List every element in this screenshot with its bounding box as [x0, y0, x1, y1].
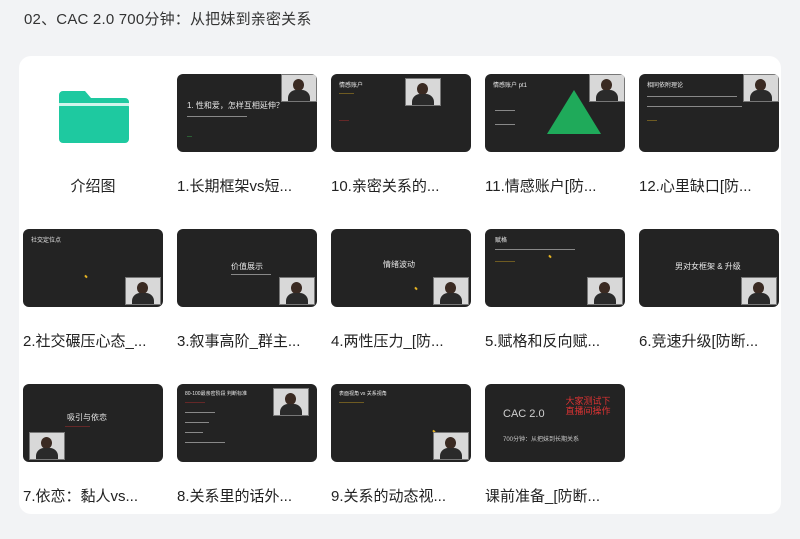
slide-title: 赋格 — [495, 238, 508, 244]
slide-line — [187, 116, 247, 117]
grid-item-label: 1.长期框架vs短... — [177, 178, 293, 195]
video-thumbnail: 情绪波动 — [331, 229, 471, 307]
slide-green-mark: — — [187, 134, 192, 140]
slide-line — [231, 274, 271, 275]
slide-yellow-text: ————— — [339, 400, 364, 406]
presenter-avatar-icon — [281, 74, 317, 102]
grid-item-video[interactable]: 社交定位点 2.社交碾压心态_... — [23, 229, 163, 384]
slide-title: 情感账户 pt1 — [493, 83, 528, 89]
video-thumbnail: 男对女框架 & 升级 — [639, 229, 779, 307]
video-thumbnail: 表面视角 vs 关系视角 ————— — [331, 384, 471, 462]
slide-title: 情绪波动 — [383, 260, 415, 269]
video-thumbnail: 情感账户 pt1 — [485, 74, 625, 152]
grid-item-label: 5.赋格和反向赋... — [485, 333, 601, 350]
slide-line — [185, 412, 215, 413]
slide-title: 价值展示 — [231, 262, 263, 271]
slide-red-text: ———— — [185, 400, 205, 406]
slide-red-text: 大家测试下直播间操作 — [565, 396, 611, 416]
grid-item-video[interactable]: 赋格 ———— 5.赋格和反向赋... — [485, 229, 625, 384]
slide-title: 吸引与依恋 — [67, 413, 107, 422]
slide-title: 相同依附理论 — [647, 83, 684, 89]
slide-line — [495, 124, 515, 125]
grid-item-video[interactable]: 情感账户 ——— —— 10.亲密关系的... — [331, 74, 471, 229]
slide-line — [647, 106, 742, 107]
video-grid: 介绍图 1. 性和爱，怎样互相延伸？ — 1.长期框架vs短... 情感账户 —… — [23, 74, 779, 539]
slide-red-text: —— — [339, 118, 349, 124]
slide-yellow-text: ———— — [495, 259, 515, 265]
video-thumbnail: CAC 2.0 大家测试下直播间操作 700分钟：从把妹到长期关系 — [485, 384, 625, 462]
video-thumbnail: 情感账户 ——— —— — [331, 74, 471, 152]
grid-item-label: 8.关系里的话外... — [177, 488, 293, 505]
grid-item-video[interactable]: 表面视角 vs 关系视角 ————— 9.关系的动态视... — [331, 384, 471, 539]
presenter-avatar-icon — [433, 432, 469, 460]
slide-line — [185, 432, 203, 433]
grid-item-video[interactable]: 1. 性和爱，怎样互相延伸？ — 1.长期框架vs短... — [177, 74, 317, 229]
video-thumbnail: 赋格 ———— — [485, 229, 625, 307]
video-thumbnail: 价值展示 — [177, 229, 317, 307]
grid-item-label: 11.情感账户[防... — [485, 178, 597, 195]
grid-item-video[interactable]: 情绪波动 4.两性压力_[防... — [331, 229, 471, 384]
slide-yellow-text: —— — [647, 118, 657, 124]
presenter-avatar-icon — [743, 74, 779, 102]
grid-item-video[interactable]: 相同依附理论 —— 12.心里缺口[防... — [639, 74, 779, 229]
video-thumbnail: 吸引与依恋 ————— — [23, 384, 163, 462]
slide-title: 男对女框架 & 升级 — [675, 262, 741, 271]
video-thumbnail: 社交定位点 — [23, 229, 163, 307]
slide-mark — [414, 286, 418, 291]
grid-item-label: 4.两性压力_[防... — [331, 333, 444, 350]
slide-title: 情感账户 — [339, 83, 364, 89]
video-thumbnail: 1. 性和爱，怎样互相延伸？ — — [177, 74, 317, 152]
slide-title: 80-100最亲密阶段 判断标准 — [185, 391, 247, 397]
video-thumbnail: 相同依附理论 —— — [639, 74, 779, 152]
slide-red-text: ————— — [65, 424, 90, 430]
grid-item-video[interactable]: 价值展示 3.叙事高阶_群主... — [177, 229, 317, 384]
presenter-avatar-icon — [279, 277, 315, 305]
slide-title: 表面视角 vs 关系视角 — [339, 391, 387, 397]
slide-line — [185, 442, 225, 443]
grid-item-video[interactable]: 吸引与依恋 ————— 7.依恋：黏人vs... — [23, 384, 163, 539]
folder-icon — [59, 91, 129, 143]
slide-title: 1. 性和爱，怎样互相延伸？ — [187, 101, 284, 110]
grid-item-label: 介绍图 — [70, 178, 116, 195]
presenter-avatar-icon — [273, 388, 309, 416]
grid-item-label: 12.心里缺口[防... — [639, 178, 752, 195]
grid-item-label: 2.社交碾压心态_... — [23, 333, 147, 350]
slide-title: CAC 2.0 — [503, 408, 545, 420]
grid-item-video[interactable]: 80-100最亲密阶段 判断标准 ———— 8.关系里的话外... — [177, 384, 317, 539]
slide-subtitle: 700分钟：从把妹到长期关系 — [503, 437, 580, 443]
video-thumbnail: 80-100最亲密阶段 判断标准 ———— — [177, 384, 317, 462]
presenter-avatar-icon — [433, 277, 469, 305]
presenter-avatar-icon — [587, 277, 623, 305]
grid-item-label: 6.竞速升级[防断... — [639, 333, 759, 350]
grid-item-label: 7.依恋：黏人vs... — [23, 488, 139, 505]
grid-item-label: 10.亲密关系的... — [331, 178, 440, 195]
slide-line — [495, 110, 515, 111]
presenter-avatar-icon — [29, 432, 65, 460]
slide-line — [185, 422, 209, 423]
triangle-diagram — [547, 90, 601, 134]
slide-title: 社交定位点 — [31, 238, 62, 244]
presenter-avatar-icon — [741, 277, 777, 305]
grid-item-label: 9.关系的动态视... — [331, 488, 447, 505]
grid-item-label: 3.叙事高阶_群主... — [177, 333, 301, 350]
content-panel: 介绍图 1. 性和爱，怎样互相延伸？ — 1.长期框架vs短... 情感账户 —… — [19, 56, 781, 514]
grid-item-label: 课前准备_[防断... — [485, 488, 601, 505]
slide-mark — [84, 274, 88, 279]
page-title: 02、CAC 2.0 700分钟：从把妹到亲密关系 — [24, 11, 312, 28]
grid-item-video[interactable]: 情感账户 pt1 11.情感账户[防... — [485, 74, 625, 229]
folder-thumbnail — [23, 74, 163, 152]
grid-item-video[interactable]: 男对女框架 & 升级 6.竞速升级[防断... — [639, 229, 779, 384]
grid-item-folder[interactable]: 介绍图 — [23, 74, 163, 229]
slide-yellow-text: ——— — [339, 91, 354, 97]
grid-item-video[interactable]: CAC 2.0 大家测试下直播间操作 700分钟：从把妹到长期关系 课前准备_[… — [485, 384, 625, 539]
slide-mark — [548, 254, 552, 259]
slide-line — [495, 249, 575, 250]
presenter-avatar-icon — [125, 277, 161, 305]
presenter-avatar-icon — [405, 78, 441, 106]
slide-line — [647, 96, 737, 97]
